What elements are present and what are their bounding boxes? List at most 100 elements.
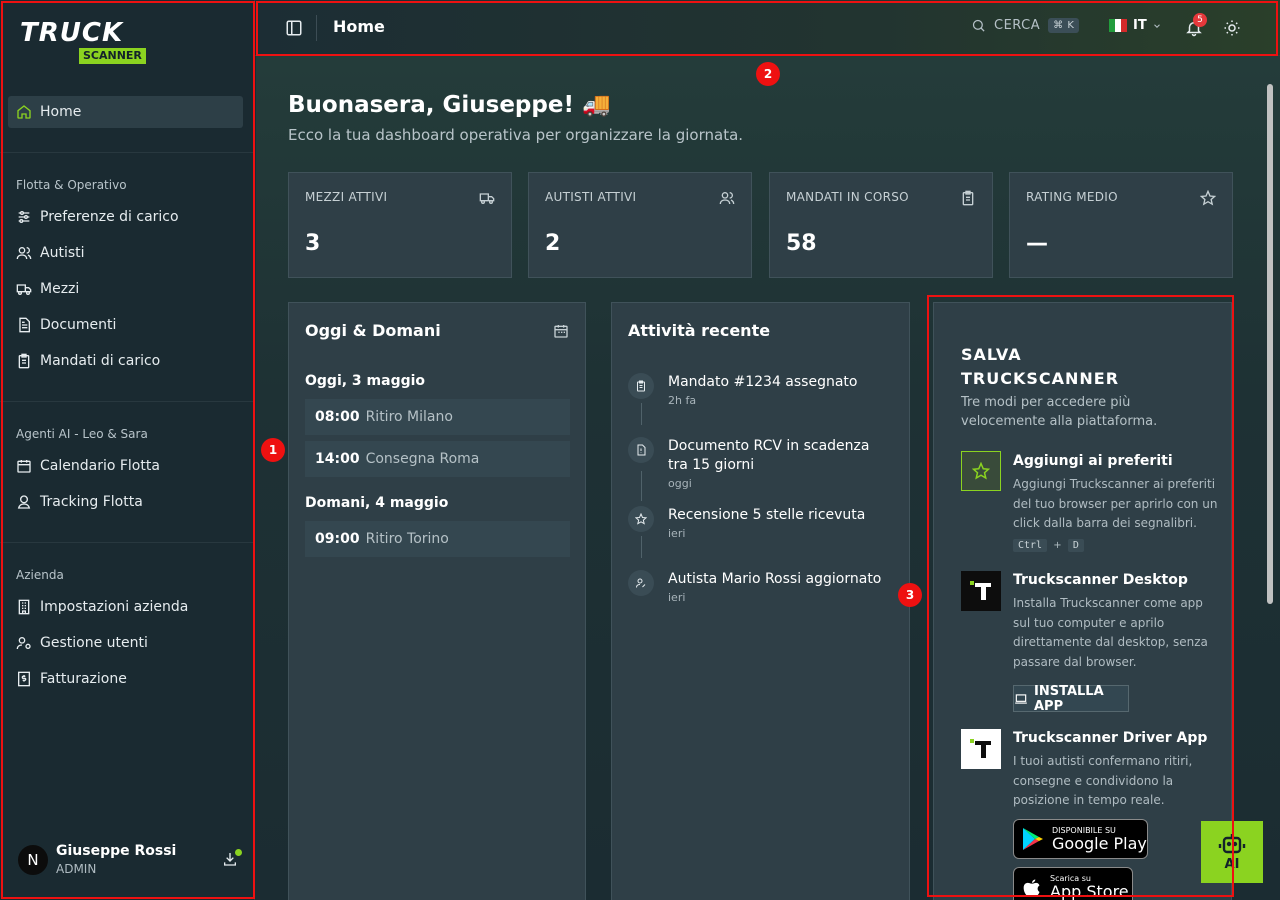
activity-item[interactable]: Documento RCV in scadenza tra 15 giorni … bbox=[628, 437, 898, 507]
sidebar-item-label: Mezzi bbox=[40, 281, 80, 297]
sidebar-item-home[interactable]: Home bbox=[8, 96, 243, 128]
sun-icon[interactable] bbox=[1223, 19, 1241, 37]
sidebar-item-label: Calendario Flotta bbox=[40, 458, 160, 474]
option-desc: Aggiungi Truckscanner ai preferiti del t… bbox=[1013, 477, 1218, 530]
user-edit-icon bbox=[628, 570, 654, 596]
event-desc: Consegna Roma bbox=[365, 451, 480, 467]
option-title: Aggiungi ai preferiti bbox=[1013, 453, 1173, 469]
avatar: N bbox=[16, 843, 50, 877]
sidebar-item-label: Home bbox=[40, 104, 82, 120]
sidebar-item-calendario[interactable]: Calendario Flotta bbox=[8, 450, 243, 482]
promo-title-line: SALVA bbox=[961, 345, 1022, 364]
page-title: Home bbox=[333, 17, 385, 36]
sidebar-item-label: Fatturazione bbox=[40, 671, 127, 687]
building-icon bbox=[16, 599, 32, 615]
users-icon bbox=[16, 245, 32, 261]
stat-card-autisti[interactable]: AUTISTI ATTIVI 2 bbox=[528, 172, 752, 278]
kbd-plus: + bbox=[1053, 540, 1062, 551]
search-icon bbox=[971, 18, 986, 33]
sidebar-item-documenti[interactable]: Documenti bbox=[8, 309, 243, 341]
activity-item[interactable]: Autista Mario Rossi aggiornato ieri bbox=[628, 570, 898, 610]
online-status-dot bbox=[235, 849, 242, 856]
annotation-badge-2: 2 bbox=[756, 62, 780, 86]
sidebar-item-tracking[interactable]: Tracking Flotta bbox=[8, 486, 243, 518]
option-title: Truckscanner Desktop bbox=[1013, 572, 1188, 588]
stat-label: AUTISTI ATTIVI bbox=[545, 190, 637, 204]
star-icon bbox=[1199, 189, 1217, 206]
sidebar-item-preferenze[interactable]: Preferenze di carico bbox=[8, 201, 243, 233]
event-time: 14:00 bbox=[315, 451, 360, 467]
app-store-big: App Store bbox=[1050, 881, 1129, 900]
sidebar-item-label: Tracking Flotta bbox=[40, 494, 143, 510]
activity-title: Documento RCV in scadenza tra 15 giorni bbox=[668, 438, 870, 473]
home-icon bbox=[16, 104, 32, 120]
promo-title-line: TRUCKSCANNER bbox=[961, 369, 1120, 388]
day-heading-today: Oggi, 3 maggio bbox=[305, 373, 426, 389]
sidebar-item-mezzi[interactable]: Mezzi bbox=[8, 273, 243, 305]
panel-title: Attività recente bbox=[628, 321, 771, 340]
sidebar-toggle-icon[interactable] bbox=[285, 19, 303, 37]
section-title-flotta: Flotta & Operativo bbox=[16, 178, 127, 192]
sidebar-item-label: Gestione utenti bbox=[40, 635, 148, 651]
main-content: Buonasera, Giuseppe! 🚚 Ecco la tua dashb… bbox=[256, 56, 1280, 900]
stat-card-rating[interactable]: RATING MEDIO — bbox=[1009, 172, 1233, 278]
user-profile[interactable]: N Giuseppe Rossi ADMIN bbox=[16, 843, 246, 879]
user-name: Giuseppe Rossi bbox=[56, 843, 177, 859]
activity-item[interactable]: Recensione 5 stelle ricevuta ieri bbox=[628, 506, 898, 566]
activity-time: ieri bbox=[668, 591, 686, 604]
kbd-d: D bbox=[1067, 539, 1084, 552]
annotation-badge-3: 3 bbox=[898, 583, 922, 607]
sidebar-item-label: Documenti bbox=[40, 317, 117, 333]
timeline-connector bbox=[641, 403, 642, 425]
app-store-text: Scarica su App Store bbox=[1050, 874, 1129, 900]
sidebar-item-autisti[interactable]: Autisti bbox=[8, 237, 243, 269]
sidebar-item-fatturazione[interactable]: Fatturazione bbox=[8, 663, 243, 695]
stat-label: MEZZI ATTIVI bbox=[305, 190, 388, 204]
option-desc: I tuoi autisti confermano ritiri, conseg… bbox=[1013, 754, 1193, 807]
option-desc: Installa Truckscanner come app sul tuo c… bbox=[1013, 596, 1208, 669]
document-alert-icon bbox=[628, 437, 654, 463]
event-desc: Ritiro Milano bbox=[365, 409, 453, 425]
logo-subtext: SCANNER bbox=[79, 48, 146, 64]
google-play-big: Google Play bbox=[1052, 833, 1147, 853]
search-label: CERCA bbox=[994, 18, 1041, 33]
search-button[interactable]: CERCA ⌘ K bbox=[971, 18, 1080, 33]
google-play-icon bbox=[1022, 827, 1044, 851]
sidebar-item-gestione-utenti[interactable]: Gestione utenti bbox=[8, 627, 243, 659]
schedule-event[interactable]: 08:00 Ritiro Milano bbox=[305, 399, 570, 435]
scrollbar[interactable] bbox=[1265, 70, 1275, 900]
truck-icon bbox=[479, 190, 495, 206]
truckscanner-logo[interactable]: TRUCK SCANNER bbox=[20, 20, 165, 66]
google-play-button[interactable]: DISPONIBILE SU Google Play bbox=[1013, 819, 1148, 859]
star-icon[interactable] bbox=[961, 451, 1001, 491]
stat-label: RATING MEDIO bbox=[1026, 190, 1118, 204]
day-heading-tomorrow: Domani, 4 maggio bbox=[305, 495, 449, 511]
schedule-event[interactable]: 09:00 Ritiro Torino bbox=[305, 521, 570, 557]
star-icon bbox=[628, 506, 654, 532]
sidebar: TRUCK SCANNER Home Flotta & Operativo Pr… bbox=[0, 0, 255, 900]
stat-value: 3 bbox=[305, 231, 321, 256]
activity-item[interactable]: Mandato #1234 assegnato 2h fa bbox=[628, 373, 898, 433]
schedule-event[interactable]: 14:00 Consegna Roma bbox=[305, 441, 570, 477]
sidebar-item-mandati[interactable]: Mandati di carico bbox=[8, 345, 243, 377]
stat-card-mezzi[interactable]: MEZZI ATTIVI 3 bbox=[288, 172, 512, 278]
notification-count-badge: 5 bbox=[1193, 13, 1207, 27]
schedule-panel: Oggi & Domani Oggi, 3 maggio 08:00 Ritir… bbox=[288, 302, 586, 900]
stat-value: 58 bbox=[786, 231, 817, 256]
install-app-button[interactable]: INSTALLA APP bbox=[1013, 684, 1129, 714]
event-time: 08:00 bbox=[315, 409, 360, 425]
search-shortcut: ⌘ K bbox=[1048, 18, 1080, 33]
stat-card-mandati[interactable]: MANDATI IN CORSO 58 bbox=[769, 172, 993, 278]
sidebar-item-impostazioni[interactable]: Impostazioni azienda bbox=[8, 591, 243, 623]
ai-assistant-button[interactable]: AI bbox=[1201, 821, 1263, 883]
activity-time: 2h fa bbox=[668, 394, 697, 407]
app-store-button[interactable]: Scarica su App Store bbox=[1013, 867, 1133, 900]
clipboard-icon bbox=[628, 373, 654, 399]
scrollbar-thumb[interactable] bbox=[1267, 84, 1273, 604]
user-role: ADMIN bbox=[56, 862, 97, 876]
event-time: 09:00 bbox=[315, 531, 360, 547]
language-selector[interactable]: IT bbox=[1109, 18, 1162, 33]
calendar-icon[interactable] bbox=[553, 323, 569, 339]
google-play-text: DISPONIBILE SU Google Play bbox=[1052, 826, 1147, 853]
users-icon bbox=[719, 190, 735, 206]
